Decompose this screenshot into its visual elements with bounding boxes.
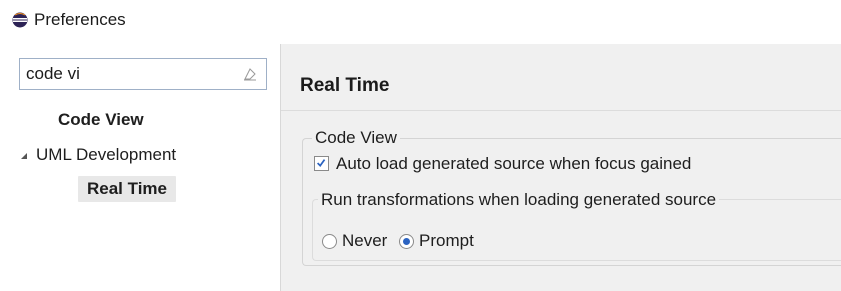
prompt-radio-label[interactable]: Prompt bbox=[419, 231, 474, 251]
clear-search-icon[interactable] bbox=[242, 66, 258, 82]
filter-search-input[interactable] bbox=[26, 63, 226, 85]
tree-item-code-view[interactable]: Code View bbox=[58, 110, 144, 130]
header-divider bbox=[281, 110, 841, 111]
auto-load-label[interactable]: Auto load generated source when focus ga… bbox=[336, 154, 691, 174]
prompt-radio[interactable] bbox=[399, 234, 414, 249]
run-transformations-label: Run transformations when loading generat… bbox=[318, 190, 720, 210]
auto-load-checkbox[interactable] bbox=[314, 156, 329, 171]
checkmark-icon bbox=[316, 159, 326, 168]
filter-search-box[interactable] bbox=[19, 58, 267, 90]
never-radio-label[interactable]: Never bbox=[342, 231, 387, 251]
never-radio[interactable] bbox=[322, 234, 337, 249]
code-view-group-label: Code View bbox=[312, 128, 400, 148]
page-title: Real Time bbox=[300, 75, 390, 96]
window-title: Preferences bbox=[34, 10, 126, 29]
radio-selected-dot bbox=[403, 238, 410, 245]
eclipse-icon bbox=[12, 12, 28, 28]
tree-item-uml-development[interactable]: UML Development bbox=[36, 145, 176, 165]
window-titlebar: Preferences bbox=[0, 0, 841, 44]
tree-item-real-time[interactable]: Real Time bbox=[78, 176, 177, 202]
expand-arrow-icon[interactable] bbox=[19, 151, 29, 161]
